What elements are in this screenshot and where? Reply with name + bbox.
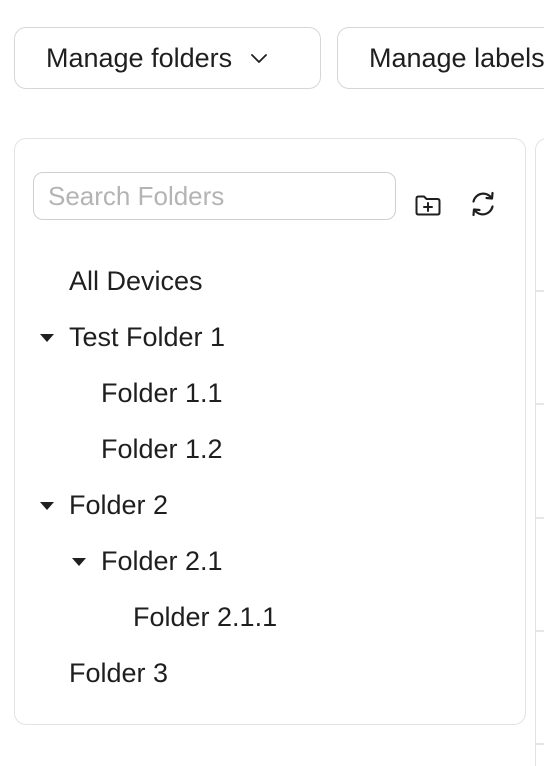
- tree-item-label: Test Folder 1: [69, 321, 226, 352]
- tree-item-label: Folder 2.1.1: [133, 601, 278, 632]
- divider: [536, 403, 544, 405]
- divider: [536, 290, 544, 292]
- divider: [536, 630, 544, 632]
- caret-down-icon[interactable]: [40, 502, 54, 510]
- caret-down-icon[interactable]: [72, 558, 86, 566]
- tree-item-label: All Devices: [69, 265, 203, 296]
- tree-item-folder-1-2[interactable]: Folder 1.2: [101, 429, 223, 469]
- tree-item-test-folder-1[interactable]: Test Folder 1: [40, 317, 226, 357]
- tree-item-label: Folder 3: [69, 657, 169, 688]
- chevron-down-icon: [250, 49, 268, 67]
- manage-labels-button[interactable]: Manage labels: [337, 27, 544, 89]
- tree-item-folder-2-1[interactable]: Folder 2.1: [72, 541, 223, 581]
- tree-item-all-devices[interactable]: All Devices: [69, 261, 203, 301]
- tree-item-folder-3[interactable]: Folder 3: [69, 653, 168, 693]
- divider: [536, 743, 544, 745]
- page: Manage folders Manage labels Search Fold…: [0, 0, 544, 766]
- folder-sidebar: All Devices Test Folder 1 Folder 1.1 Fol…: [14, 138, 526, 725]
- caret-down-icon[interactable]: [40, 334, 54, 342]
- content-panel-edge: [535, 138, 544, 766]
- manage-folders-button[interactable]: Manage folders: [14, 27, 321, 89]
- manage-folders-label: Manage folders: [46, 42, 233, 73]
- tree-item-label: Folder 2: [69, 489, 169, 520]
- manage-labels-label: Manage labels: [369, 42, 544, 73]
- tree-item-folder-2[interactable]: Folder 2: [40, 485, 169, 525]
- search-folders-input[interactable]: [33, 172, 396, 220]
- tree-item-label: Folder 2.1: [101, 545, 223, 576]
- tree-item-label: Folder 1.1: [101, 377, 223, 408]
- folder-plus-icon[interactable]: [410, 187, 446, 223]
- divider: [536, 517, 544, 519]
- tree-item-folder-1-1[interactable]: Folder 1.1: [101, 373, 223, 413]
- tree-item-folder-2-1-1[interactable]: Folder 2.1.1: [133, 597, 277, 637]
- tree-item-label: Folder 1.2: [101, 433, 223, 464]
- refresh-icon[interactable]: [465, 186, 501, 222]
